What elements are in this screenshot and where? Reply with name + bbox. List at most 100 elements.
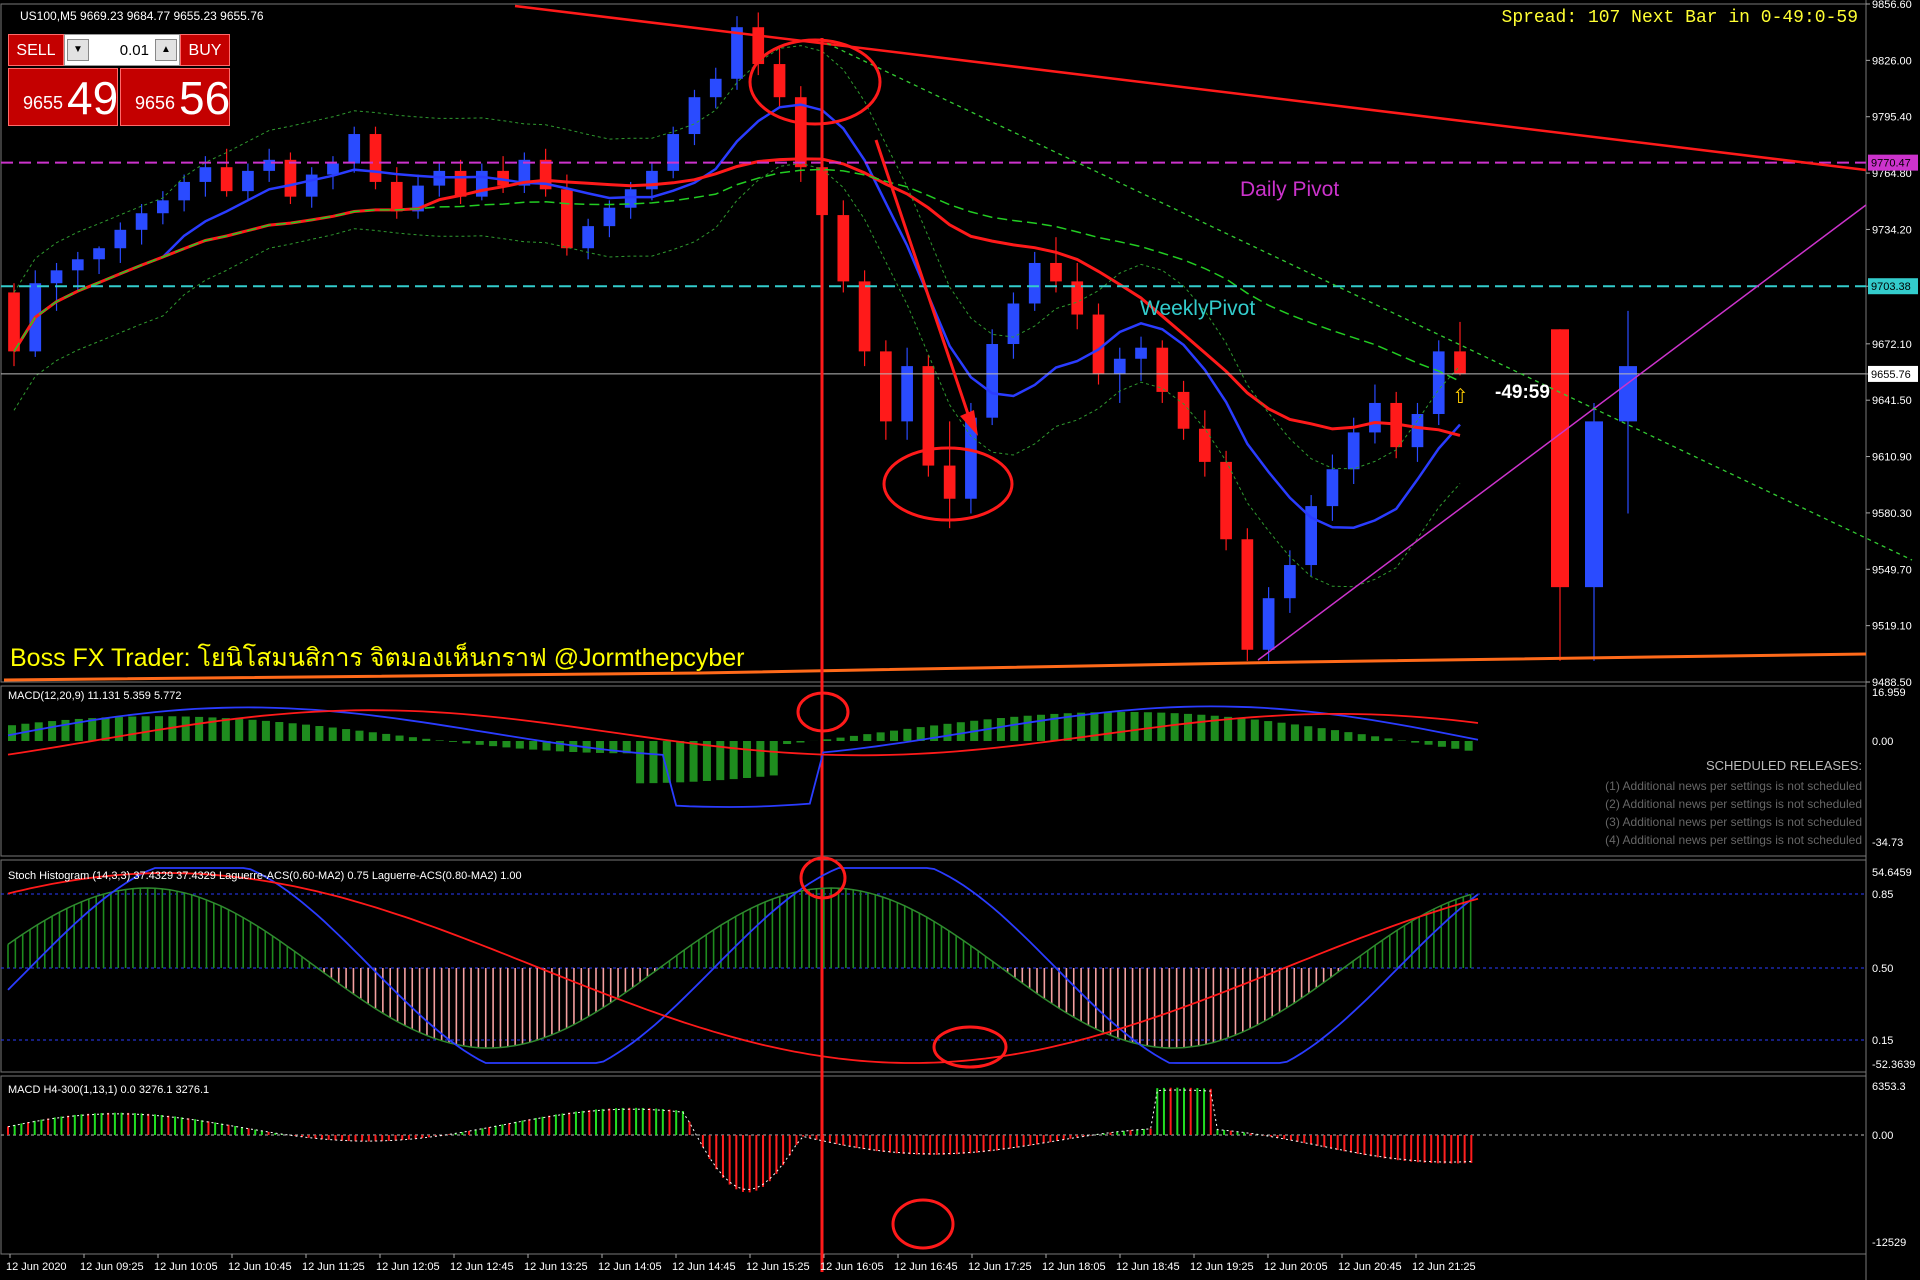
macd-histogram-bar	[729, 741, 738, 780]
macd-histogram-bar	[769, 741, 778, 776]
time-tick-label: 12 Jun 12:45	[450, 1261, 514, 1273]
macd-histogram-bar	[195, 716, 204, 741]
candle-body	[1369, 402, 1381, 433]
sell-price-prefix: 9655	[23, 93, 64, 113]
candle-body	[731, 27, 743, 79]
lot-size-box: ▼ ▲	[64, 34, 180, 66]
price-tick-label: 9826.00	[1872, 55, 1912, 67]
price-tick-label: 9519.10	[1872, 621, 1912, 633]
macd-histogram-bar	[382, 733, 391, 741]
candle-body	[1156, 347, 1169, 392]
buy-price-box[interactable]: 9656 56	[120, 68, 230, 126]
lower-band-line	[13, 162, 1461, 588]
macd-panel-frame	[0, 685, 1867, 857]
candle-body	[794, 97, 807, 168]
macd-histogram-bar	[890, 730, 899, 741]
macd-histogram-bar	[1117, 711, 1126, 741]
buy-price-prefix: 9656	[135, 93, 176, 113]
sell-button[interactable]: SELL	[8, 34, 64, 66]
macd-histogram-bar	[1264, 721, 1273, 741]
price-tick-label: 9856.60	[1872, 0, 1912, 11]
macd-histogram-bar	[8, 725, 17, 741]
macd-panel-title: MACD(12,20,9) 11.131 5.359 5.772	[8, 690, 182, 702]
macd-histogram-bar	[876, 732, 885, 741]
macd-histogram-bar	[1451, 741, 1460, 749]
candle-body	[1007, 303, 1020, 345]
macd-histogram-bar	[1250, 719, 1259, 741]
macd-histogram-bar	[181, 716, 190, 741]
macd-histogram-bar	[743, 741, 752, 779]
macd-tick-label: -34.73	[1872, 837, 1903, 849]
time-tick-label: 12 Jun 2020	[6, 1261, 67, 1273]
macd-histogram-bar	[649, 741, 658, 784]
macd-histogram-bar	[288, 723, 297, 741]
candle-body	[1113, 358, 1126, 374]
weekly-pivot-badge-text: 9703.38	[1871, 281, 1911, 293]
scheduled-release-4: (4) Additional news per settings is not …	[1605, 833, 1862, 847]
macd-histogram-bar	[1371, 736, 1380, 741]
candle-body	[1585, 421, 1603, 588]
candle-body	[1432, 351, 1445, 415]
macd-histogram-bar	[1037, 714, 1046, 741]
daily-pivot-label: Daily Pivot	[1240, 178, 1340, 201]
time-tick-label: 12 Jun 10:45	[228, 1261, 292, 1273]
h4-annotation-circle	[891, 1198, 955, 1250]
daily-pivot-badge-text: 9770.47	[1871, 158, 1911, 170]
macd-tick-label: 0.00	[1872, 736, 1893, 748]
macd-histogram-bar	[48, 721, 57, 741]
time-tick-label: 12 Jun 11:25	[302, 1261, 365, 1273]
stoch-tick-label: -52.3639	[1872, 1059, 1915, 1071]
candle-body	[561, 189, 573, 249]
candle-body	[1198, 428, 1211, 462]
bar-countdown: -49:59	[1495, 382, 1550, 403]
current-price-badge-text: 9655.76	[1871, 369, 1911, 381]
macd-histogram-bar	[943, 723, 952, 741]
buy-button[interactable]: BUY	[180, 34, 230, 66]
sell-price-box[interactable]: 9655 49	[8, 68, 118, 126]
candle-body	[1092, 314, 1105, 374]
candle-body	[50, 270, 63, 284]
macd-histogram-bar	[1344, 732, 1353, 741]
time-tick-label: 12 Jun 12:05	[376, 1261, 440, 1273]
candle-body	[986, 344, 999, 418]
candle-body	[369, 134, 382, 182]
h4-tick-label: -12529	[1872, 1237, 1906, 1249]
candle-body	[837, 215, 850, 282]
macd-histogram-bar	[221, 718, 230, 741]
macd-histogram-bar	[248, 719, 257, 741]
macd-histogram-bar	[1411, 741, 1420, 743]
lot-decrease-icon[interactable]: ▼	[67, 39, 89, 61]
stoch-panel-title: Stoch Histogram (14,3,3) 37.4329 37.4329…	[8, 870, 522, 882]
candle-body	[1028, 262, 1041, 304]
macd-histogram-bar	[315, 726, 324, 741]
candle-body	[1220, 461, 1232, 540]
time-tick-label: 12 Jun 16:45	[894, 1261, 958, 1273]
macd-histogram-bar	[903, 728, 912, 741]
one-click-trading-panel: SELL ▼ ▲ BUY 9655 49 9656 56	[8, 34, 230, 126]
macd-histogram-bar	[1237, 718, 1246, 741]
stoch-tick-label: 0.85	[1872, 889, 1893, 901]
macd-histogram-bar	[702, 741, 711, 781]
candle-body	[220, 167, 233, 192]
stoch-tick-label: 0.50	[1872, 963, 1893, 975]
lot-size-input[interactable]	[93, 38, 149, 62]
macd-histogram-bar	[1277, 722, 1286, 741]
macd-histogram-bar	[596, 741, 605, 753]
scheduled-release-3: (3) Additional news per settings is not …	[1605, 815, 1862, 829]
stoch-tick-label: 54.6459	[1872, 867, 1912, 879]
macd-histogram-bar	[756, 741, 765, 777]
lot-increase-icon[interactable]: ▲	[155, 39, 177, 61]
buy-price-pips: 56	[179, 72, 231, 124]
candle-body	[688, 97, 701, 135]
macd-histogram-bar	[956, 722, 965, 741]
price-tick-label: 9734.20	[1872, 224, 1912, 236]
stoch-tick-label: 0.15	[1872, 1035, 1893, 1047]
h4-tick-label: 0.00	[1872, 1130, 1893, 1142]
macd-histogram-bar	[1023, 715, 1032, 741]
candle-body	[1551, 329, 1569, 588]
price-tick-label: 9795.40	[1872, 112, 1912, 124]
macd-histogram-bar	[275, 722, 284, 741]
candle-body	[773, 64, 786, 98]
candle-body	[1262, 598, 1275, 650]
macd-histogram-bar	[128, 716, 137, 741]
